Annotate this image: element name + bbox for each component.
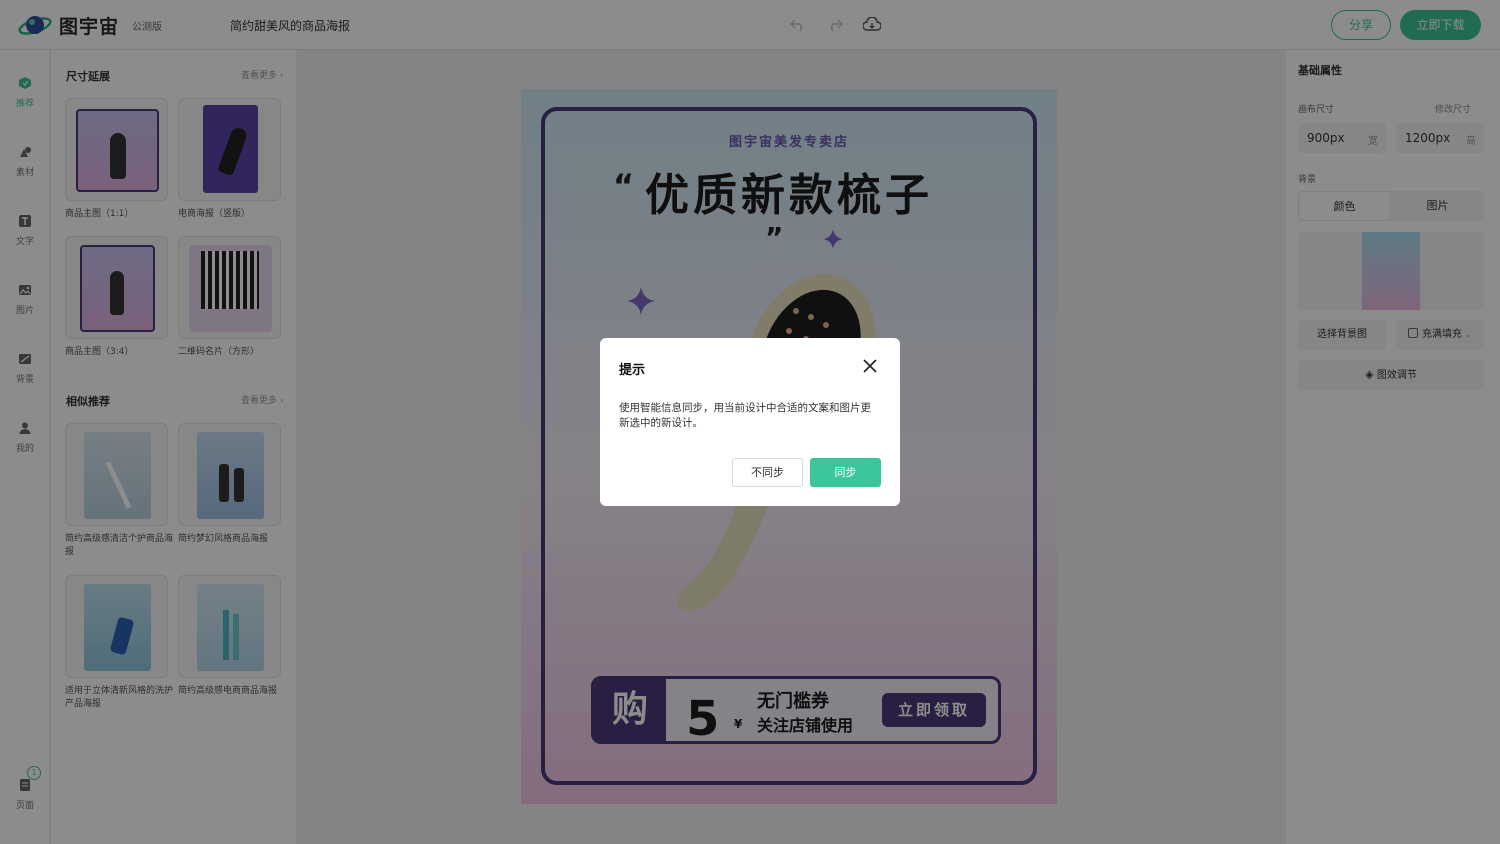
- dialog-title: 提示: [619, 363, 646, 378]
- sync-button[interactable]: 同步: [810, 458, 881, 487]
- sync-dialog: 提示 使用智能信息同步，用当前设计中合适的文案和图片更新选中的新设计。 不同步 …: [600, 338, 900, 506]
- dialog-message: 使用智能信息同步，用当前设计中合适的文案和图片更新选中的新设计。: [619, 402, 871, 429]
- close-icon[interactable]: [862, 358, 878, 374]
- no-sync-button[interactable]: 不同步: [732, 458, 803, 487]
